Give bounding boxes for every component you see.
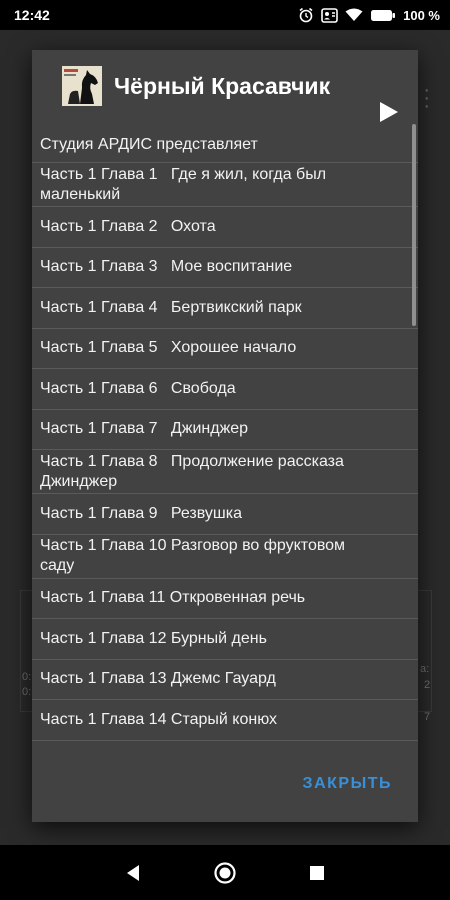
list-item-label: Часть 1 Глава 3 Мое воспитание	[40, 258, 293, 276]
list-item[interactable]: Часть 1 Глава 4 Бертвикский парк	[32, 288, 418, 329]
navigation-bar	[0, 845, 450, 900]
scrollbar[interactable]	[412, 124, 416, 326]
list-item[interactable]: Студия АРДИС представляет	[32, 128, 418, 163]
background-text: 0:	[22, 671, 32, 683]
back-icon[interactable]	[125, 864, 141, 882]
list-item[interactable]: Часть 1 Глава 7 Джинджер	[32, 410, 418, 450]
status-time: 12:42	[14, 7, 50, 23]
alarm-icon	[299, 7, 313, 23]
list-item-label: Часть 1 Глава 14 Старый конюх	[40, 710, 278, 728]
recents-icon[interactable]	[309, 865, 325, 881]
contact-card-icon	[321, 7, 338, 23]
chapter-list[interactable]: Студия АРДИС представляет Часть 1 Глава …	[32, 128, 418, 748]
list-item[interactable]: Часть 1 Глава 12 Бурный день	[32, 619, 418, 660]
list-item-label: Часть 1 Глава 10 Разговор во фруктовом с…	[40, 537, 350, 574]
battery-icon	[371, 9, 396, 21]
list-item[interactable]: Часть 1 Глава 8 Продолжение рассказа Джи…	[32, 450, 418, 494]
close-button[interactable]: ЗАКРЫТЬ	[303, 775, 392, 793]
list-item-label: Студия АРДИС представляет	[40, 136, 258, 153]
list-item-label: Часть 1 Глава 9 Резвушка	[40, 504, 242, 522]
background-text: a:	[420, 663, 430, 675]
list-item[interactable]: Часть 1 Глава 9 Резвушка	[32, 494, 418, 535]
dialog-title: Чёрный Красавчик	[114, 72, 331, 99]
list-item-label: Часть 1 Глава 1 Где я жил, когда был мал…	[40, 165, 331, 203]
list-item[interactable]: Часть 1 Глава 11 Откровенная речь	[32, 579, 418, 619]
list-item[interactable]: Часть 1 Глава 3 Мое воспитание	[32, 248, 418, 288]
list-item[interactable]: Часть 1 Глава 5 Хорошее начало	[32, 329, 418, 369]
horse-cover-icon	[62, 66, 102, 106]
wifi-icon	[345, 8, 363, 21]
list-item-label: Часть 1 Глава 2 Охота	[40, 217, 216, 235]
screen: 12:42 100 % · · · 0: 0: a: 2 7 Чёрный Кр…	[0, 0, 450, 900]
list-item-label: Часть 1 Глава 12 Бурный день	[40, 629, 267, 647]
play-icon[interactable]	[378, 100, 400, 124]
list-item[interactable]: Часть 1 Глава 2 Охота	[32, 207, 418, 248]
list-item-label: Часть 1 Глава 5 Хорошее начало	[40, 339, 297, 357]
chapter-dialog: Чёрный Красавчик Студия АРДИС представля…	[32, 50, 418, 822]
list-item-label: Часть 1 Глава 13 Джемс Гауард	[40, 670, 276, 688]
list-item-label: Часть 1 Глава 7 Джинджер	[40, 420, 249, 438]
home-icon[interactable]	[213, 861, 237, 885]
list-item-label: Часть 1 Глава 11 Откровенная речь	[40, 589, 306, 607]
list-item-label: Часть 1 Глава 6 Свобода	[40, 379, 236, 397]
list-item[interactable]: Часть 1 Глава 6 Свобода	[32, 369, 418, 410]
list-item-label: Часть 1 Глава 4 Бертвикский парк	[40, 298, 302, 316]
overflow-menu-icon: · · ·	[423, 79, 430, 117]
list-item[interactable]: Часть 1 Глава 13 Джемс Гауард	[32, 660, 418, 700]
battery-percent: 100 %	[403, 7, 440, 23]
list-item-label: Часть 1 Глава 8 Продолжение рассказа Джи…	[40, 452, 349, 490]
background-text: 7	[424, 711, 431, 723]
background-text: 2	[424, 679, 431, 691]
status-bar: 12:42 100 %	[0, 0, 450, 30]
list-item[interactable]: Часть 1 Глава 10 Разговор во фруктовом с…	[32, 535, 418, 579]
status-icons: 100 %	[298, 7, 440, 23]
background-text: 0:	[22, 686, 32, 698]
list-item[interactable]: Часть 1 Глава 1 Где я жил, когда был мал…	[32, 163, 418, 207]
list-item[interactable]: Часть 1 Глава 14 Старый конюх	[32, 700, 418, 741]
dialog-header: Чёрный Красавчик	[32, 50, 418, 122]
